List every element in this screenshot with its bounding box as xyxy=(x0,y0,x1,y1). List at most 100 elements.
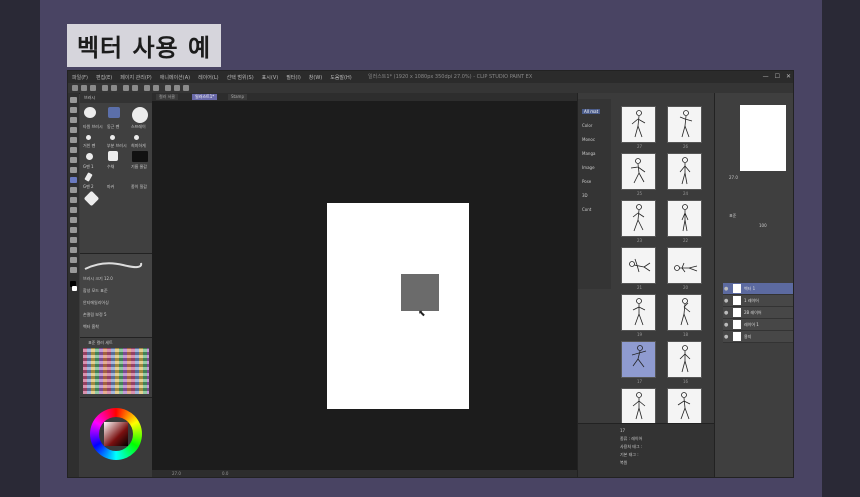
layer-row-selected[interactable]: ● 벡터 1 xyxy=(723,283,793,295)
figure-tool-icon[interactable] xyxy=(70,237,77,243)
brush-preset-5[interactable] xyxy=(110,135,115,140)
tab-illust[interactable]: 일러스트1* xyxy=(192,94,218,100)
menu-view[interactable]: 표시(V) xyxy=(258,74,283,81)
brush-preset-4[interactable] xyxy=(86,135,91,140)
deselect-icon[interactable] xyxy=(153,85,159,91)
brush-preset-8[interactable] xyxy=(108,151,118,161)
antialias-row[interactable]: 안티에일리어싱 xyxy=(83,300,109,306)
tree-node-pose[interactable]: Pose xyxy=(582,179,591,184)
blend-tool-icon[interactable] xyxy=(70,207,77,213)
airbrush-tool-icon[interactable] xyxy=(70,187,77,193)
material-thumb[interactable]: 20 xyxy=(667,247,702,290)
eye-icon[interactable]: ● xyxy=(724,310,728,316)
material-thumb[interactable]: 18 xyxy=(667,294,702,337)
brush-preset-10[interactable] xyxy=(84,172,93,182)
layer-row[interactable]: ● 레이어 1 xyxy=(723,319,793,331)
menu-page[interactable]: 페이지 관리(P) xyxy=(116,74,156,81)
text-tool-icon[interactable] xyxy=(70,247,77,253)
tree-node-all[interactable]: All mat xyxy=(582,109,601,114)
material-thumb[interactable]: 16 xyxy=(667,341,702,384)
undo-icon[interactable] xyxy=(102,85,108,91)
menu-edit[interactable]: 편집(E) xyxy=(92,74,116,81)
brush-tool-icon[interactable] xyxy=(70,177,77,183)
ruler-snap-icon[interactable] xyxy=(174,85,180,91)
menu-window[interactable]: 창(W) xyxy=(305,74,326,81)
maximize-icon[interactable]: ☐ xyxy=(775,73,780,80)
layer-row[interactable]: ● 1 레이어 xyxy=(723,295,793,307)
navigator-zoom[interactable]: 27.0 xyxy=(729,175,738,180)
tab-stamp[interactable]: Stamp xyxy=(228,94,247,100)
fill-tool-icon[interactable] xyxy=(70,217,77,223)
menu-filter[interactable]: 필터(I) xyxy=(282,74,305,81)
layer-opacity[interactable]: 100 xyxy=(759,223,767,228)
brush-preset-6[interactable] xyxy=(134,135,139,140)
material-thumb[interactable]: 22 xyxy=(667,200,702,243)
new-file-icon[interactable] xyxy=(72,85,78,91)
brush-preset-11[interactable] xyxy=(83,190,100,207)
menu-animation[interactable]: 애니메이션(A) xyxy=(156,74,194,81)
minimize-icon[interactable]: — xyxy=(763,73,769,80)
pen-tool-icon[interactable] xyxy=(70,157,77,163)
material-thumb[interactable]: 14 xyxy=(667,388,702,431)
eye-icon[interactable]: ● xyxy=(724,286,728,292)
material-thumb[interactable]: 25 xyxy=(621,153,656,196)
blend-mode-row[interactable]: 합성 모드 표준 xyxy=(83,288,108,294)
tree-node-3d[interactable]: 3D xyxy=(582,193,588,198)
menu-layer[interactable]: 레이어(L) xyxy=(194,74,223,81)
close-icon[interactable]: ✕ xyxy=(786,73,791,80)
menu-help[interactable]: 도움말(H) xyxy=(326,74,355,81)
pencil-tool-icon[interactable] xyxy=(70,167,77,173)
tree-node-image[interactable]: Image xyxy=(582,165,595,170)
stabilization-row[interactable]: 손떨림 보정 5 xyxy=(83,312,107,318)
lasso-tool-icon[interactable] xyxy=(70,137,77,143)
eye-icon[interactable]: ● xyxy=(724,322,728,328)
select-all-icon[interactable] xyxy=(144,85,150,91)
eye-icon[interactable]: ● xyxy=(724,334,728,340)
eye-icon[interactable]: ● xyxy=(724,298,728,304)
grid-snap-icon[interactable] xyxy=(183,85,189,91)
material-restore-button[interactable]: 복원 xyxy=(620,460,627,466)
menu-file[interactable]: 파일(F) xyxy=(68,74,92,81)
material-thumb[interactable]: 24 xyxy=(667,153,702,196)
menu-selection[interactable]: 선택 범위(S) xyxy=(223,74,258,81)
saturation-value-square[interactable] xyxy=(104,422,128,446)
selection-tool-icon[interactable] xyxy=(70,127,77,133)
snap-icon[interactable] xyxy=(165,85,171,91)
brush-preset-2[interactable] xyxy=(108,107,120,118)
tree-node-contents[interactable]: Cont xyxy=(582,207,591,212)
move-tool-icon[interactable] xyxy=(70,107,77,113)
tab-color-circle[interactable]: 컬러 서클 xyxy=(156,94,178,100)
tree-node-manga[interactable]: Manga xyxy=(582,151,595,156)
redo-icon[interactable] xyxy=(111,85,117,91)
line-correction-tool-icon[interactable] xyxy=(70,267,77,273)
navigator-preview[interactable] xyxy=(740,105,786,171)
operation-tool-icon[interactable] xyxy=(70,117,77,123)
brush-size-row[interactable]: 브러시 크기 12.0 xyxy=(83,276,113,282)
vector-snap-row[interactable]: 벡터 흡착 xyxy=(83,324,99,330)
layer-row[interactable]: ● 용지 xyxy=(723,331,793,343)
material-thumb-selected[interactable]: 17 xyxy=(621,341,656,384)
brush-preset-7[interactable] xyxy=(86,153,93,160)
gradient-tool-icon[interactable] xyxy=(70,227,77,233)
material-thumb[interactable]: 21 xyxy=(621,247,656,290)
eraser-tool-icon[interactable] xyxy=(70,197,77,203)
balloon-tool-icon[interactable] xyxy=(70,257,77,263)
material-thumb[interactable]: 26 xyxy=(667,106,702,149)
canvas-paper[interactable]: ⬉ xyxy=(327,203,469,409)
zoom-readout[interactable]: 27.0 xyxy=(172,471,181,476)
angle-readout[interactable]: 0.0 xyxy=(222,471,228,476)
eyedropper-tool-icon[interactable] xyxy=(70,147,77,153)
brush-preset-1[interactable] xyxy=(84,107,96,118)
tree-node-color[interactable]: Color xyxy=(582,123,592,128)
color-set-header[interactable]: 표준 컬러 세트 xyxy=(88,340,113,346)
material-thumb[interactable]: 23 xyxy=(621,200,656,243)
save-icon[interactable] xyxy=(90,85,96,91)
material-thumb[interactable]: 19 xyxy=(621,294,656,337)
zoom-tool-icon[interactable] xyxy=(70,97,77,103)
material-thumb[interactable]: 15 xyxy=(621,388,656,431)
layer-blend-mode[interactable]: 표준 xyxy=(729,213,736,219)
vector-shape[interactable] xyxy=(401,274,439,311)
open-icon[interactable] xyxy=(81,85,87,91)
sub-color-icon[interactable] xyxy=(72,286,77,291)
tree-node-monochrome[interactable]: Monoc xyxy=(582,137,595,142)
